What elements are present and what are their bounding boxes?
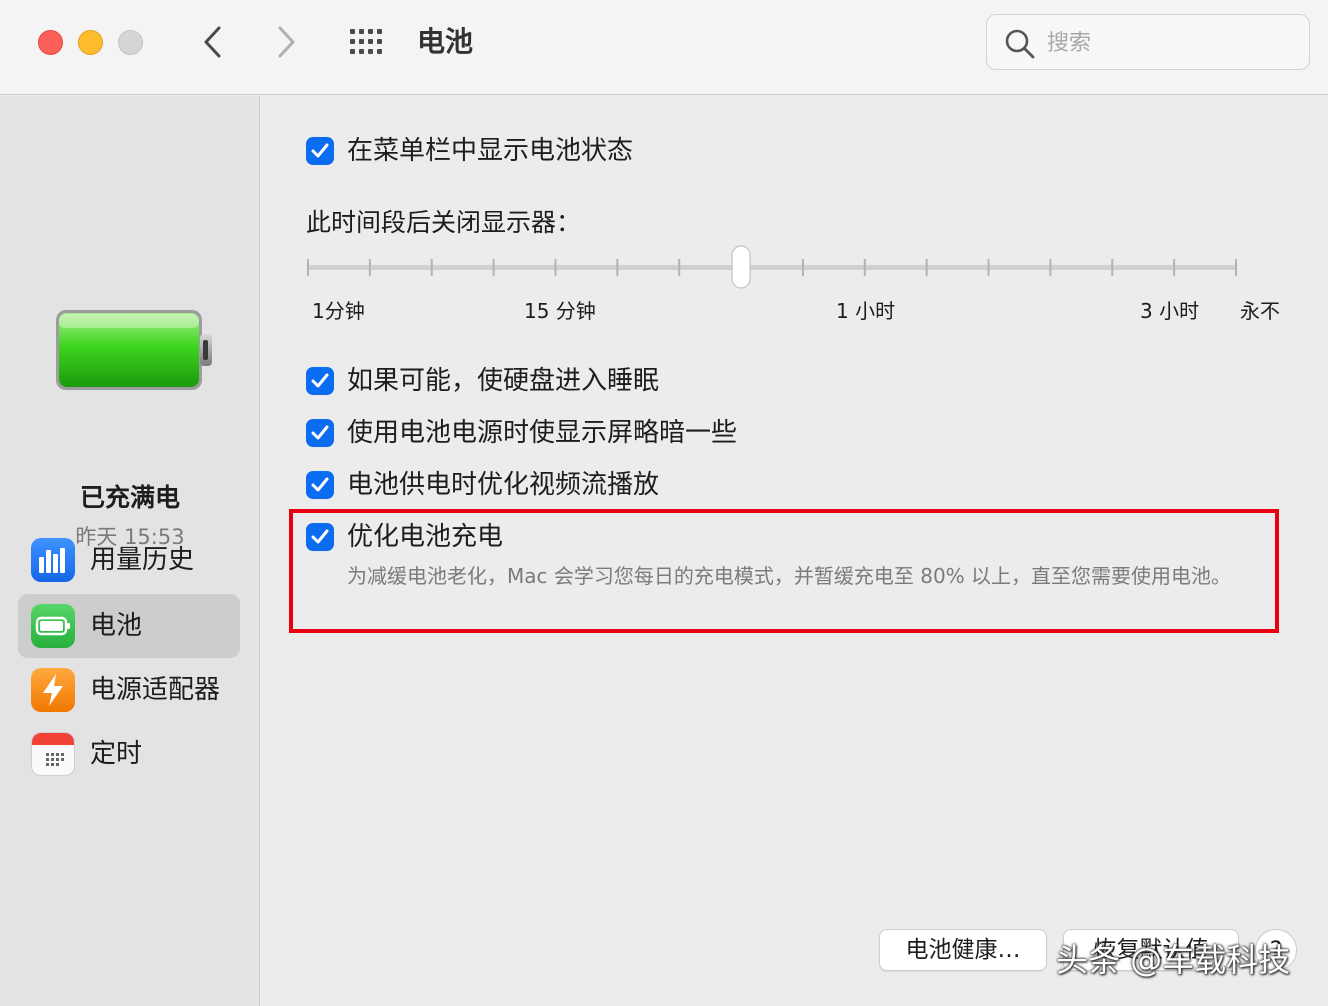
sidebar-item-schedule[interactable]: 定时 [18,722,240,786]
sidebar-item-label: 电池 [90,611,143,641]
lightning-icon [31,668,75,712]
search-input[interactable] [1047,25,1287,61]
search-icon [1005,29,1035,59]
back-button[interactable] [193,22,233,62]
checkbox-label: 使用电池电源时使显示屏略暗一些 [347,418,738,448]
sidebar-item-power-adapter[interactable]: 电源适配器 [18,658,240,722]
checkmark-icon [311,477,329,492]
checkmark-icon [311,373,329,388]
grid-icon [350,29,382,54]
checkmark-icon [311,143,329,158]
calendar-icon [31,732,75,776]
zoom-window-button[interactable] [118,30,143,55]
minimize-window-button[interactable] [78,30,103,55]
title-bar: 电池 [0,0,1328,95]
help-button[interactable]: ? [1255,929,1297,971]
slider-knob[interactable] [731,245,751,289]
battery-icon [31,604,75,648]
sidebar: 已充满电 昨天 15:53 用量历史 电池 电源适配器 定时 [0,96,260,1006]
checkbox-label: 在菜单栏中显示电池状态 [347,136,634,166]
optimized-charging-description: 为减缓电池老化，Mac 会学习您每日的充电模式，并暂缓充电至 80% 以上，直至… [347,564,1232,588]
close-window-button[interactable] [38,30,63,55]
chart-bars-icon [31,538,75,582]
optimized-charging-checkbox[interactable] [306,523,334,551]
slider-label-15min: 15 分钟 [524,299,596,323]
charge-status: 已充满电 [79,483,180,512]
slider-label-1min: 1分钟 [312,299,365,323]
checkmark-icon [311,529,329,544]
sidebar-item-label: 电源适配器 [90,675,221,705]
sidebar-item-label: 用量历史 [90,545,195,575]
show-status-in-menubar-checkbox[interactable] [306,137,334,165]
slider-label-never: 永不 [1240,299,1280,323]
slider-label-1hour: 1 小时 [836,299,896,323]
sidebar-item-battery[interactable]: 电池 [18,594,240,658]
disk-sleep-checkbox[interactable] [306,367,334,395]
restore-defaults-button[interactable]: 恢复默认值 [1063,929,1239,971]
checkbox-label: 电池供电时优化视频流播放 [347,470,660,500]
battery-health-button[interactable]: 电池健康… [879,929,1047,971]
battery-full-icon [56,310,212,390]
checkbox-label: 如果可能，使硬盘进入睡眠 [347,366,660,396]
sidebar-item-label: 定时 [90,739,143,769]
sidebar-item-usage-history[interactable]: 用量历史 [18,528,240,592]
window-title: 电池 [417,25,474,58]
forward-button[interactable] [266,22,306,62]
chevron-left-icon [204,26,221,58]
checkmark-icon [311,425,329,440]
slider-label-3hours: 3 小时 [1140,299,1200,323]
chevron-right-icon [278,26,295,58]
optimize-video-checkbox[interactable] [306,471,334,499]
dim-display-checkbox[interactable] [306,419,334,447]
search-field[interactable] [986,14,1310,70]
show-all-button[interactable] [348,27,388,57]
checkbox-label: 优化电池充电 [347,522,504,552]
display-off-title: 此时间段后关闭显示器： [306,208,582,237]
display-off-slider[interactable] [306,244,1238,292]
